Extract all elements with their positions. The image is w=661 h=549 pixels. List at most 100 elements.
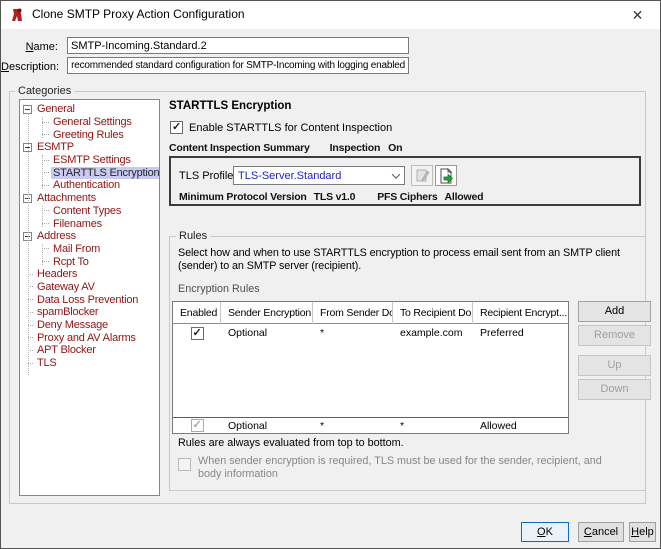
tree-connector xyxy=(42,261,49,262)
rules-footnote: Rules are always evaluated from top to b… xyxy=(178,437,404,449)
view-profile-icon xyxy=(438,168,454,184)
rule-cell: * xyxy=(313,420,393,432)
rule-cell: Optional xyxy=(221,420,313,432)
close-icon[interactable]: ✕ xyxy=(615,1,660,29)
tree-item-apt-blocker[interactable]: APT Blocker xyxy=(20,344,159,357)
tree-item-filenames[interactable]: Filenames xyxy=(20,217,159,230)
enable-starttls-checkbox[interactable] xyxy=(170,121,183,134)
tree-item-esmtp-settings[interactable]: ESMTP Settings xyxy=(20,154,159,167)
tree-item-proxy-and-av-alarms[interactable]: Proxy and AV Alarms xyxy=(20,331,159,344)
sender-encryption-checkbox xyxy=(178,458,191,471)
tree-connector xyxy=(42,172,49,173)
encryption-rules-label: Encryption Rules xyxy=(178,283,260,295)
tree-item-label: General Settings xyxy=(51,116,134,128)
column-header-enabled[interactable]: Enabled xyxy=(173,302,221,324)
tree-item-general-settings[interactable]: General Settings xyxy=(20,116,159,129)
tree-item-starttls-encryption[interactable]: STARTTLS Encryption xyxy=(20,166,159,179)
categories-tree[interactable]: GeneralGeneral SettingsGreeting RulesESM… xyxy=(19,99,160,496)
pfs-ciphers-label: PFS Ciphers xyxy=(377,191,437,203)
tree-connector xyxy=(42,122,49,123)
tree-connector xyxy=(42,160,49,161)
rule-enabled-checkbox xyxy=(191,419,204,432)
rules-groupbox: Rules Select how and when to use STARTTL… xyxy=(169,236,646,491)
column-header-sender-encryption[interactable]: Sender Encryption xyxy=(221,302,313,324)
tree-item-address[interactable]: Address xyxy=(20,230,159,243)
tree-connector xyxy=(42,210,49,211)
add-button[interactable]: Add xyxy=(578,301,651,322)
rule-enabled-checkbox[interactable] xyxy=(191,327,204,340)
min-protocol-label: Minimum Protocol Version xyxy=(179,191,307,203)
ok-button[interactable]: OK xyxy=(521,522,569,542)
tree-item-label: Content Types xyxy=(51,205,123,217)
tree-item-content-types[interactable]: Content Types xyxy=(20,205,159,218)
column-header-recipient-encrypt[interactable]: Recipient Encrypt... xyxy=(473,302,568,324)
tree-item-data-loss-prevention[interactable]: Data Loss Prevention xyxy=(20,293,159,306)
up-button: Up xyxy=(578,355,651,376)
tree-item-authentication[interactable]: Authentication xyxy=(20,179,159,192)
tree-item-general[interactable]: General xyxy=(20,103,159,116)
tree-item-label: Greeting Rules xyxy=(51,129,126,141)
enable-starttls-row: Enable STARTTLS for Content Inspection xyxy=(170,121,392,134)
window-title: Clone SMTP Proxy Action Configuration xyxy=(32,7,245,21)
tree-item-label: Attachments xyxy=(35,192,98,204)
tree-item-label: General xyxy=(35,103,77,115)
default-rule-row[interactable]: Optional**Allowed xyxy=(173,417,568,433)
tree-item-attachments[interactable]: Attachments xyxy=(20,192,159,205)
tree-item-label: Mail From xyxy=(51,243,102,255)
tree-item-label: Headers xyxy=(35,268,79,280)
tree-item-label: ESMTP xyxy=(35,141,76,153)
tree-connector xyxy=(42,185,49,186)
tree-item-label: TLS xyxy=(35,357,59,369)
tree-item-mail-from[interactable]: Mail From xyxy=(20,243,159,256)
tree-guide-line xyxy=(42,155,43,189)
tree-item-gateway-av[interactable]: Gateway AV xyxy=(20,281,159,294)
tree-item-headers[interactable]: Headers xyxy=(20,268,159,281)
tree-guide-line xyxy=(28,113,29,375)
encryption-rules-table[interactable]: EnabledSender EncryptionFrom Sender Do..… xyxy=(172,301,569,434)
down-button: Down xyxy=(578,379,651,400)
rule-cell: Optional xyxy=(221,327,313,339)
tls-profile-value: TLS-Server.Standard xyxy=(234,170,388,182)
rule-cell: Allowed xyxy=(473,420,568,432)
inspection-value: On xyxy=(388,142,402,154)
tree-item-label: Data Loss Prevention xyxy=(35,294,140,306)
enable-starttls-label: Enable STARTTLS for Content Inspection xyxy=(189,122,392,134)
tree-item-label: APT Blocker xyxy=(35,344,98,356)
inspection-label: Inspection xyxy=(330,142,381,154)
tree-guide-line xyxy=(42,244,43,265)
tree-item-rcpt-to[interactable]: Rcpt To xyxy=(20,255,159,268)
table-header: EnabledSender EncryptionFrom Sender Do..… xyxy=(173,302,568,324)
name-label: Name: xyxy=(1,41,58,53)
tree-item-deny-message[interactable]: Deny Message xyxy=(20,319,159,332)
description-input[interactable]: ard recommended standard configuration f… xyxy=(67,57,409,74)
column-header-to-recipient-do[interactable]: To Recipient Do... xyxy=(393,302,473,324)
name-input[interactable]: SMTP-Incoming.Standard.2 xyxy=(67,37,409,54)
tree-item-label: ESMTP Settings xyxy=(51,154,133,166)
help-button[interactable]: Help xyxy=(629,522,656,542)
tree-item-label: spamBlocker xyxy=(35,306,100,318)
tree-connector xyxy=(42,134,49,135)
tree-item-esmtp[interactable]: ESMTP xyxy=(20,141,159,154)
tree-item-label: Authentication xyxy=(51,179,122,191)
sender-encryption-label: When sender encryption is required, TLS … xyxy=(198,455,618,481)
tree-item-label: Gateway AV xyxy=(35,281,97,293)
tree-item-tls[interactable]: TLS xyxy=(20,357,159,370)
rule-cell: example.com xyxy=(393,327,473,339)
view-profile-button[interactable] xyxy=(435,165,457,186)
tree-item-greeting-rules[interactable]: Greeting Rules xyxy=(20,128,159,141)
cancel-button[interactable]: Cancel xyxy=(578,522,624,542)
tree-connector xyxy=(42,223,49,224)
title-bar[interactable]: Clone SMTP Proxy Action Configuration ✕ xyxy=(1,1,660,29)
edit-profile-icon-disabled xyxy=(415,168,430,183)
rule-cell: Preferred xyxy=(473,327,568,339)
chevron-down-icon[interactable] xyxy=(388,167,404,184)
column-header-from-sender-do[interactable]: From Sender Do... xyxy=(313,302,393,324)
tls-profile-label: TLS Profile: xyxy=(179,170,236,182)
dialog-window: Clone SMTP Proxy Action Configuration ✕ … xyxy=(0,0,661,549)
sender-encryption-option-row: When sender encryption is required, TLS … xyxy=(178,455,618,481)
tree-item-spamblocker[interactable]: spamBlocker xyxy=(20,306,159,319)
table-row[interactable]: Optional*example.comPreferred xyxy=(173,324,568,342)
tree-guide-line xyxy=(42,117,43,138)
tls-profile-select[interactable]: TLS-Server.Standard xyxy=(233,166,405,185)
pfs-ciphers-value: Allowed xyxy=(444,191,483,203)
